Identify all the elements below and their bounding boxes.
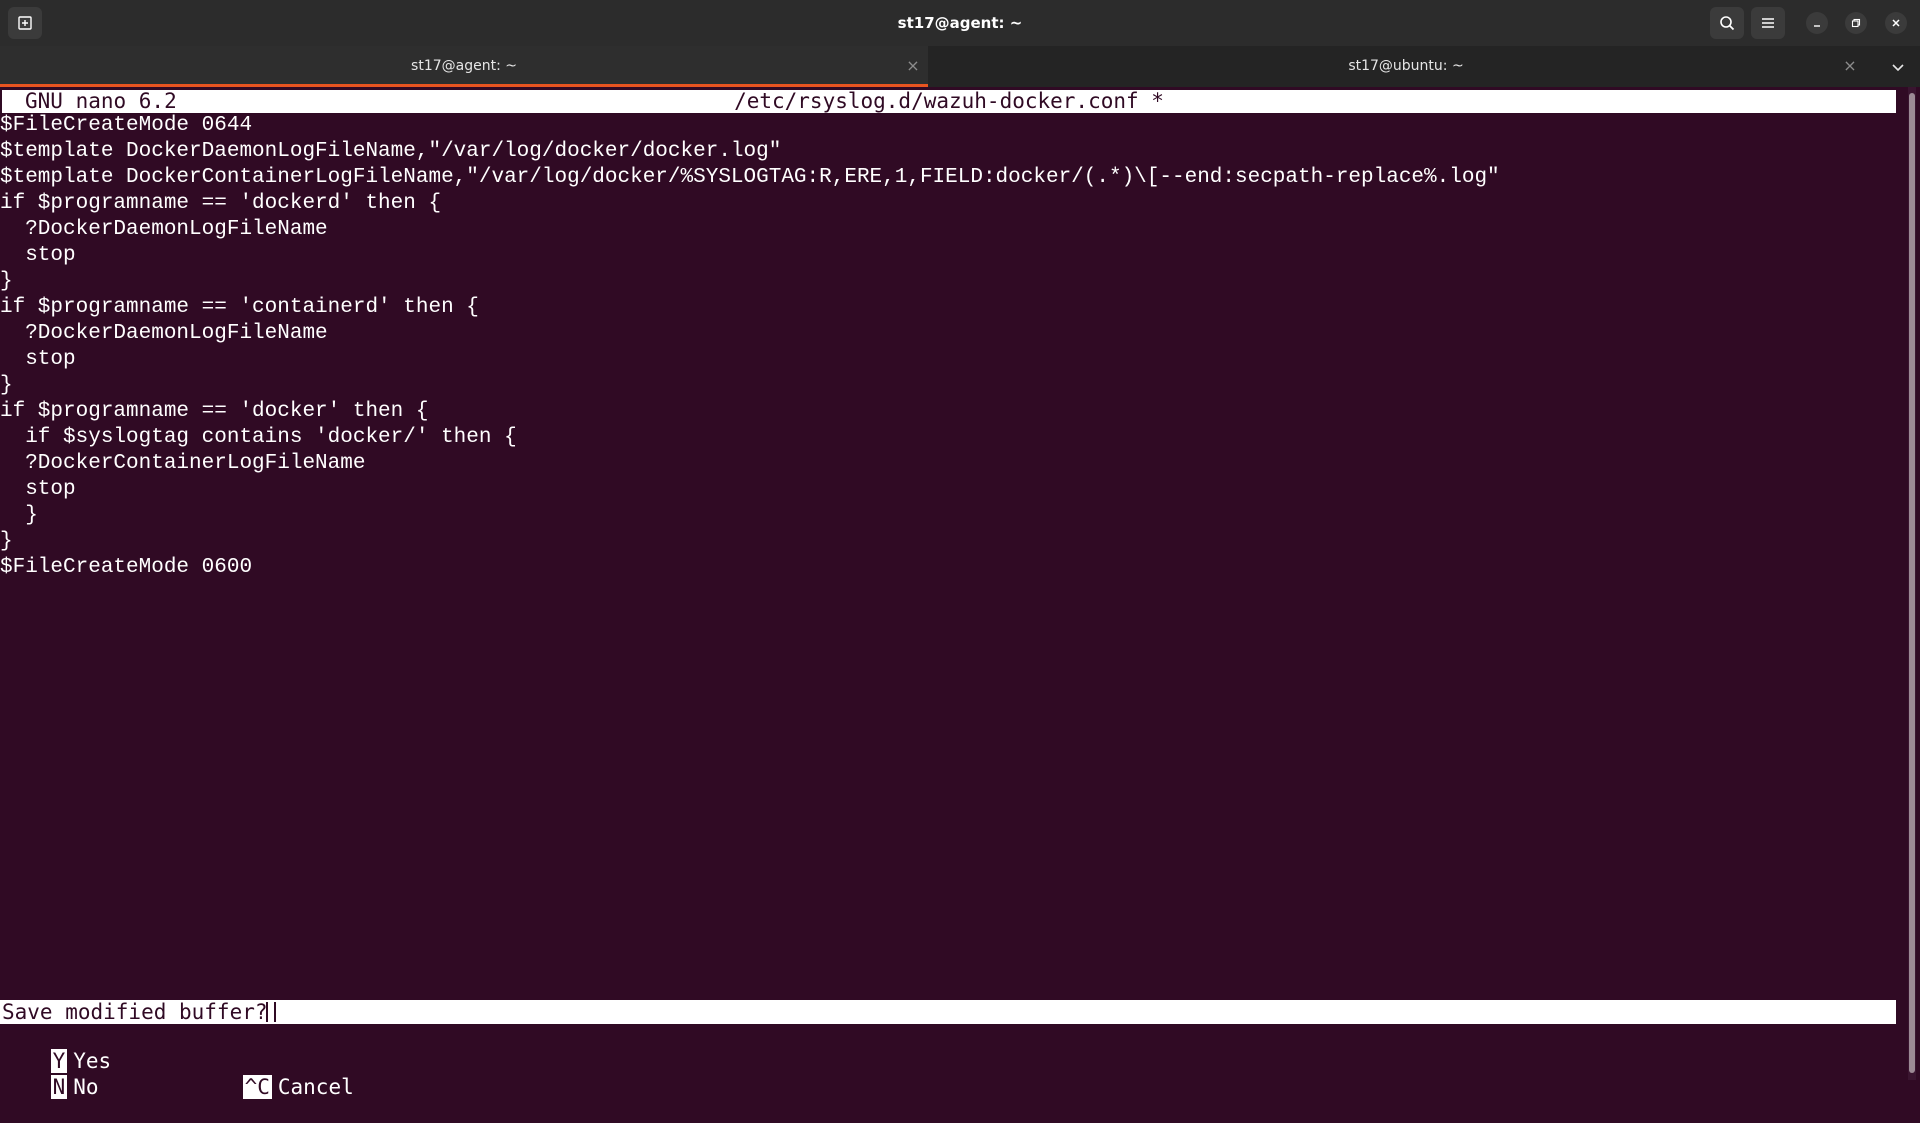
terminal-area[interactable]: GNU nano 6.2 /etc/rsyslog.d/wazuh-docker… [0,87,1920,1099]
nano-header-bar: GNU nano 6.2 /etc/rsyslog.d/wazuh-docker… [2,90,1896,113]
option-cancel[interactable]: ^C Cancel [192,1051,354,1099]
code-line: if $syslogtag contains 'docker/' then { [0,426,517,449]
tab-close-icon[interactable]: × [905,58,921,74]
nano-filename: /etc/rsyslog.d/wazuh-docker.conf * [734,89,1164,113]
close-icon [1892,19,1900,27]
code-line: if $programname == 'containerd' then { [0,296,479,319]
minimize-icon [1814,25,1820,27]
save-prompt-bar[interactable]: Save modified buffer? [0,1000,1896,1024]
tab-label: st17@agent: ~ [411,58,517,74]
code-line: } [0,374,13,397]
close-button[interactable] [1885,12,1907,34]
tab-list-chevron-icon[interactable] [1890,59,1906,75]
search-icon [1720,16,1735,31]
code-line: $FileCreateMode 0644 [0,114,253,137]
code-line: $FileCreateMode 0600 [0,556,253,579]
tab-close-icon[interactable]: × [1842,58,1858,74]
code-line: } [0,504,38,527]
maximize-icon [1851,18,1861,28]
code-line: $template DockerDaemonLogFileName,"/var/… [0,140,782,163]
code-line: } [0,530,13,553]
window-title: st17@agent: ~ [897,14,1023,32]
save-prompt-label: Save modified buffer? [2,1000,268,1024]
option-yes[interactable]: Y Yes [0,1025,111,1073]
minimize-button[interactable] [1806,12,1828,34]
maximize-button[interactable] [1845,12,1867,34]
hamburger-menu-icon [1762,18,1774,28]
code-line: stop [0,244,76,267]
code-line: stop [0,478,76,501]
code-line: } [0,270,13,293]
code-line: $template DockerContainerLogFileName,"/v… [0,166,1500,189]
option-label: Cancel [277,1075,354,1099]
terminal-scrollbar[interactable] [1908,87,1916,1080]
code-line: if $programname == 'dockerd' then { [0,192,442,215]
tab-bar: st17@agent: ~ × st17@ubuntu: ~ × [0,46,1920,87]
search-button[interactable] [1710,7,1744,39]
tab-label: st17@ubuntu: ~ [1348,58,1464,74]
editor-buffer[interactable]: $FileCreateMode 0644 $template DockerDaem… [0,113,1500,581]
option-no[interactable]: N No [0,1051,99,1099]
shortcut-key: N [50,1075,68,1099]
menu-button[interactable] [1751,7,1785,39]
window-titlebar: st17@agent: ~ [0,0,1920,46]
tab-st17-agent[interactable]: st17@agent: ~ × [0,46,928,87]
tab-st17-ubuntu[interactable]: st17@ubuntu: ~ × [928,46,1884,87]
code-line: if $programname == 'docker' then { [0,400,429,423]
shortcut-key: ^C [242,1075,272,1099]
text-cursor [266,1002,276,1022]
code-line: stop [0,348,76,371]
scrollbar-thumb[interactable] [1909,93,1915,1073]
code-line: ?DockerContainerLogFileName [0,452,366,475]
code-line: ?DockerDaemonLogFileName [0,218,328,241]
code-line: ?DockerDaemonLogFileName [0,322,328,345]
option-label: No [73,1075,99,1099]
